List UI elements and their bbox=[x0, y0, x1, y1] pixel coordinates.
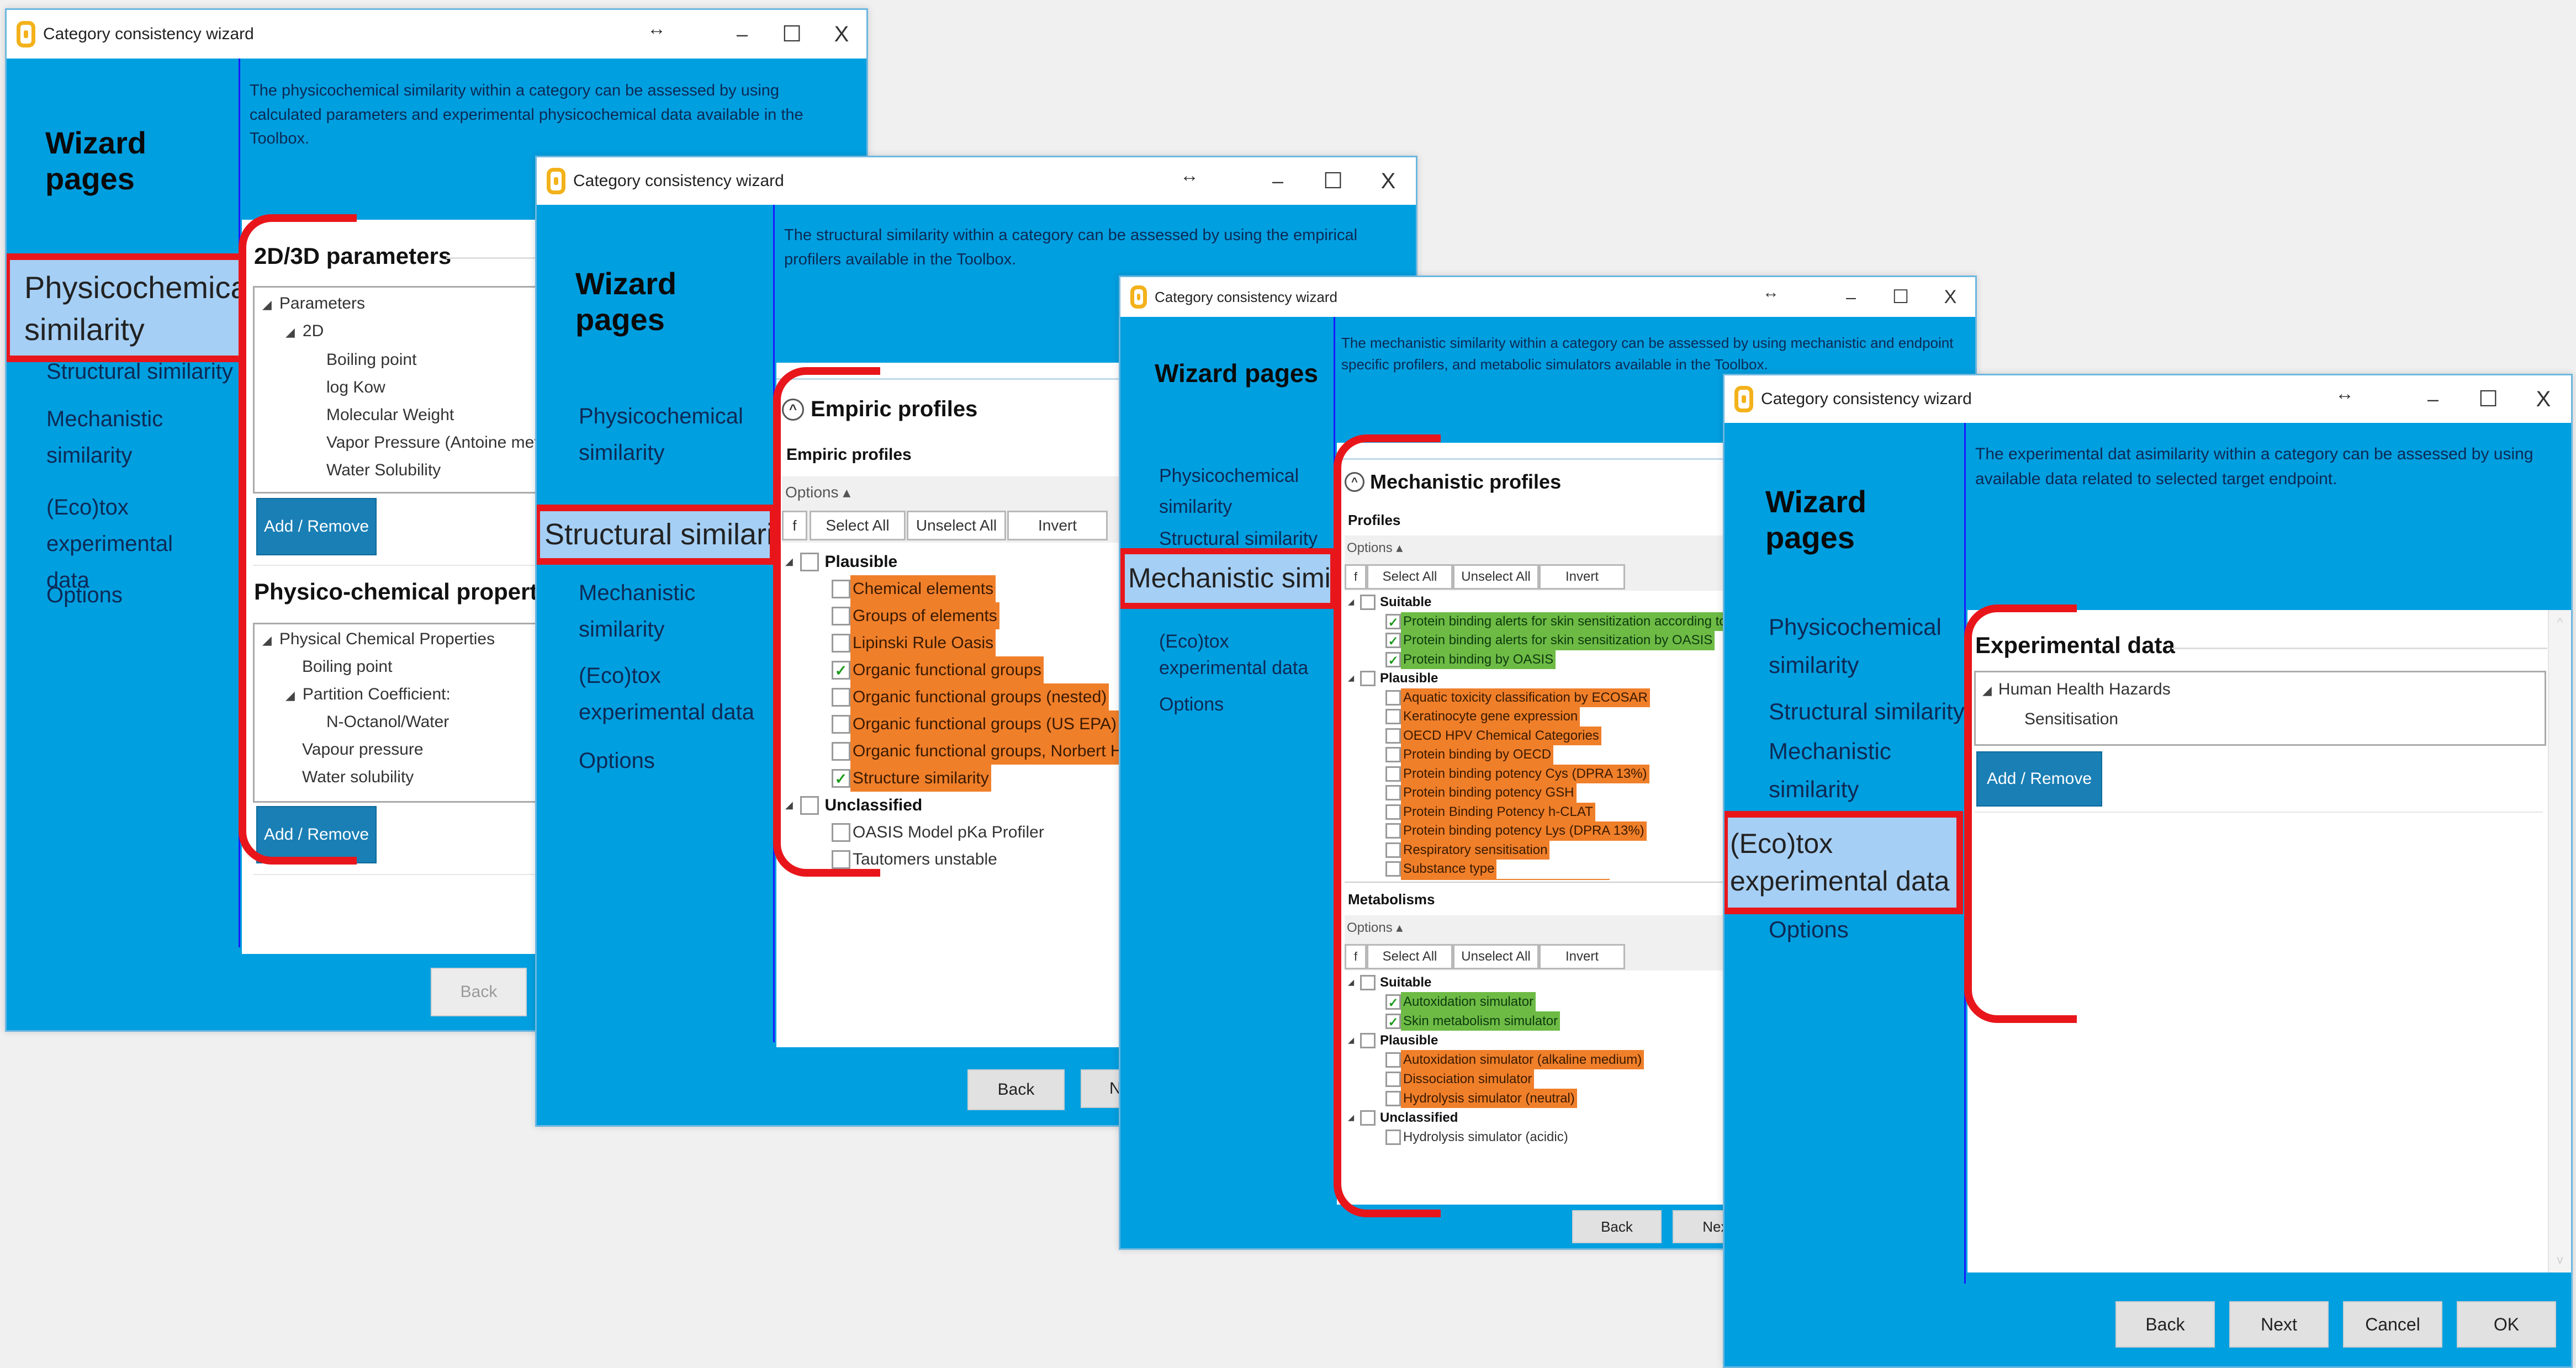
section-divider bbox=[2172, 648, 2547, 649]
invert-button[interactable]: Invert bbox=[1539, 564, 1625, 590]
highlight-bracket bbox=[1964, 605, 2077, 1023]
nav-physicochemical-similarity[interactable]: Physicochemical similarity bbox=[1769, 608, 1945, 685]
nav-options[interactable]: Options bbox=[579, 746, 655, 776]
resize-icon[interactable]: ↔ bbox=[640, 18, 673, 40]
highlight-bracket bbox=[239, 214, 357, 865]
close-button[interactable]: X bbox=[817, 22, 866, 47]
profile-label: Protein binding alerts for skin sensitiz… bbox=[1401, 631, 1715, 650]
invert-button[interactable]: Invert bbox=[1539, 944, 1625, 969]
unselect-all-button[interactable]: Unselect All bbox=[907, 511, 1006, 540]
resize-icon[interactable]: ↔ bbox=[1754, 283, 1787, 302]
scroll-down-icon[interactable]: v bbox=[2549, 1253, 2571, 1267]
nav-mechanistic-similarity[interactable]: Mechanistic similarity bbox=[1769, 732, 1912, 809]
page-description: The physicochemical similarity within a … bbox=[250, 82, 803, 147]
unselect-all-button[interactable]: Unselect All bbox=[1453, 564, 1539, 590]
nav-structural-similarity[interactable]: Structural similarity bbox=[537, 505, 796, 565]
nav-structural-similarity[interactable]: Structural similarity bbox=[1159, 527, 1336, 552]
minimize-button[interactable]: – bbox=[2405, 388, 2461, 411]
close-button[interactable]: X bbox=[2516, 387, 2571, 412]
window-title: Category consistency wizard bbox=[1761, 390, 1972, 408]
highlight-bracket bbox=[1334, 434, 1441, 1217]
app-icon bbox=[547, 168, 565, 194]
window-title: Category consistency wizard bbox=[1155, 288, 1337, 305]
profile-label: Organic functional groups (nested) bbox=[850, 683, 1109, 710]
page-description: The structural similarity within a categ… bbox=[784, 226, 1358, 268]
wizard-pages-heading: Wizard pages bbox=[1765, 484, 1867, 555]
maximize-button[interactable]: ☐ bbox=[767, 22, 817, 47]
nav-physicochemical-similarity[interactable]: Physicochemical similarity bbox=[579, 398, 744, 471]
scroll-up-icon[interactable]: ^ bbox=[2549, 616, 2571, 630]
title-bar: Category consistency wizard ↔ – ☐ X bbox=[7, 10, 866, 59]
back-button[interactable]: Back bbox=[1572, 1210, 1662, 1243]
title-bar: Category consistency wizard ↔ – ☐ X bbox=[1725, 375, 2571, 423]
minimize-button[interactable]: – bbox=[1826, 287, 1876, 307]
nav-structural-similarity[interactable]: Structural similarity bbox=[1769, 696, 1965, 728]
nav-structural-similarity[interactable]: Structural similarity bbox=[46, 357, 234, 386]
sidebar: Wizard pages Physicochemical similarity … bbox=[7, 59, 255, 1030]
nav-options[interactable]: Options bbox=[46, 580, 123, 610]
maximize-button[interactable]: ☐ bbox=[1305, 168, 1361, 194]
sidebar: Wizard pages Physicochemical similarity … bbox=[1120, 317, 1336, 1248]
highlight-bracket bbox=[773, 367, 880, 877]
app-icon bbox=[17, 21, 35, 47]
title-bar: Category consistency wizard ↔ – ☐ X bbox=[537, 157, 1416, 205]
nav-ecotox-experimental-data[interactable]: (Eco)tox experimental data bbox=[579, 658, 755, 730]
profile-label: Organic functional groups (US EPA) bbox=[850, 710, 1119, 738]
cancel-button[interactable]: Cancel bbox=[2343, 1301, 2442, 1348]
nav-mechanistic-similarity[interactable]: Mechanistic similarity bbox=[1120, 548, 1336, 609]
profile-label: Organic functional groups, Norbert Haid bbox=[850, 738, 1147, 765]
app-icon bbox=[1734, 386, 1753, 412]
nav-mechanistic-similarity[interactable]: Mechanistic similarity bbox=[46, 401, 201, 474]
resize-icon[interactable]: ↔ bbox=[2328, 383, 2361, 405]
wizard-pages-heading: Wizard pages bbox=[45, 125, 147, 196]
back-button[interactable]: Back bbox=[2115, 1301, 2215, 1348]
nav-mechanistic-similarity[interactable]: Mechanistic similarity bbox=[579, 575, 733, 648]
sidebar: Wizard pages Physicochemical similarity … bbox=[537, 205, 796, 1125]
vertical-scrollbar[interactable]: ^ v bbox=[2548, 610, 2571, 1272]
maximize-button[interactable]: ☐ bbox=[1876, 286, 1926, 308]
window-title: Category consistency wizard bbox=[43, 25, 254, 43]
minimize-button[interactable]: – bbox=[717, 23, 767, 46]
next-button[interactable]: Next bbox=[2229, 1301, 2329, 1348]
page-description: The experimental dat asimilarity within … bbox=[1975, 445, 2533, 488]
sidebar: Wizard pages Physicochemical similarity … bbox=[1725, 423, 1965, 1366]
profile-item[interactable]: ✓ Protein binding alerts for skin sensiti… bbox=[1385, 612, 1762, 631]
ok-button[interactable]: OK bbox=[2457, 1301, 2556, 1348]
nav-ecotox-experimental-data[interactable]: (Eco)tox experimental data bbox=[1159, 629, 1314, 681]
back-button[interactable]: Back bbox=[967, 1069, 1065, 1110]
resize-icon[interactable]: ↔ bbox=[1173, 165, 1206, 187]
page-description: The mechanistic similarity within a cate… bbox=[1341, 335, 1954, 373]
wizard-window-ecotox: Category consistency wizard ↔ – ☐ X Wiza… bbox=[1723, 374, 2573, 1368]
maximize-button[interactable]: ☐ bbox=[2461, 386, 2516, 412]
nav-ecotox-experimental-data[interactable]: (Eco)tox experimental data bbox=[1725, 811, 1963, 914]
title-bar: Category consistency wizard ↔ – ☐ X bbox=[1120, 277, 1975, 317]
app-icon bbox=[1130, 285, 1147, 309]
back-button[interactable]: Back bbox=[431, 968, 527, 1016]
nav-options[interactable]: Options bbox=[1159, 692, 1224, 718]
wizard-pages-heading: Wizard pages bbox=[1155, 359, 1319, 388]
minimize-button[interactable]: – bbox=[1250, 169, 1305, 193]
nav-physicochemical-similarity[interactable]: Physicochemical similarity bbox=[1159, 460, 1303, 522]
nav-physicochemical-similarity[interactable]: Physicochemical similarity bbox=[7, 253, 255, 363]
unselect-all-button[interactable]: Unselect All bbox=[1453, 944, 1539, 969]
profile-label: Protein binding alerts for skin sensitiz… bbox=[1401, 612, 1762, 631]
nav-options[interactable]: Options bbox=[1769, 914, 1849, 946]
invert-button[interactable]: Invert bbox=[1007, 511, 1108, 540]
close-button[interactable]: X bbox=[1926, 287, 1975, 308]
close-button[interactable]: X bbox=[1361, 169, 1416, 194]
window-title: Category consistency wizard bbox=[573, 172, 784, 190]
wizard-pages-heading: Wizard pages bbox=[575, 266, 677, 337]
